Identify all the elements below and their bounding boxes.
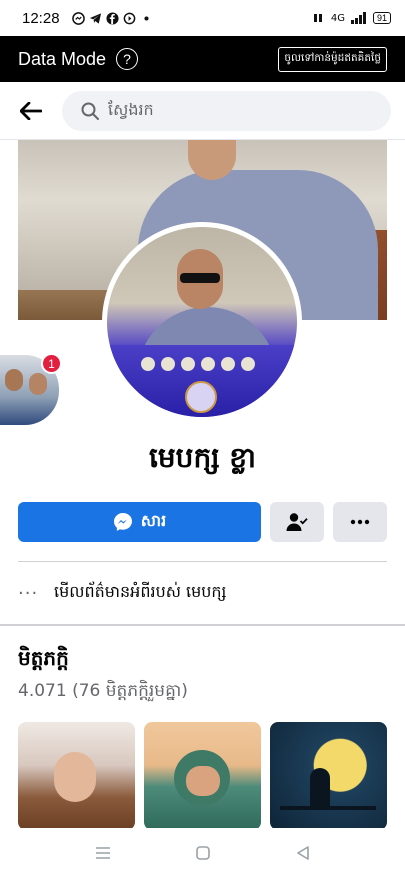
friend-photo-bench bbox=[280, 806, 376, 810]
system-back-button[interactable] bbox=[293, 843, 313, 863]
switch-to-free-mode-button[interactable]: ចូលទៅកាន់ម៉ូដឥតគិតថ្លៃ bbox=[278, 46, 387, 72]
volte-icon bbox=[313, 14, 322, 22]
back-triangle-icon bbox=[296, 846, 309, 860]
help-icon[interactable]: ? bbox=[116, 48, 139, 70]
friend-tile[interactable] bbox=[144, 722, 261, 830]
battery-indicator: 91 bbox=[372, 12, 391, 24]
menu-icon bbox=[95, 847, 110, 859]
logo-dot-3 bbox=[181, 357, 195, 371]
home-button[interactable] bbox=[193, 843, 213, 863]
friend-tile[interactable] bbox=[270, 722, 387, 830]
logo-dot-1 bbox=[141, 357, 155, 371]
more-options-button[interactable] bbox=[333, 502, 387, 542]
logo-dot-5 bbox=[221, 357, 235, 371]
more-icon bbox=[350, 519, 370, 525]
logo-dot-2 bbox=[161, 357, 175, 371]
section-separator bbox=[0, 624, 405, 626]
search-icon bbox=[81, 102, 99, 120]
status-left: 12:28 bbox=[22, 10, 153, 27]
see-about-info-label: មើលព័ត៌មានអំពីរបស់ មេបក្ស bbox=[54, 582, 227, 601]
more-notifications-dot-icon bbox=[144, 15, 149, 21]
profile-name: មេបក្ស ខ្លា bbox=[149, 441, 256, 474]
friend-photo bbox=[310, 768, 330, 808]
clock: 12:28 bbox=[22, 9, 60, 27]
friend-photo bbox=[54, 752, 96, 802]
person-check-icon bbox=[286, 513, 308, 531]
notification-icons bbox=[71, 11, 153, 25]
sync-notification-icon bbox=[123, 12, 135, 24]
friend-status-button[interactable] bbox=[270, 502, 324, 542]
profile-picture-logos bbox=[141, 357, 255, 371]
home-square-icon bbox=[195, 846, 210, 860]
story-face-2 bbox=[29, 373, 47, 395]
profile-picture-image bbox=[107, 227, 297, 417]
friends-section-title[interactable]: មិត្តភក្តិ bbox=[18, 645, 69, 675]
message-button[interactable]: សារ bbox=[18, 502, 261, 542]
friends-count: 4.071 (76 មិត្តភក្តិរួមគ្នា) bbox=[18, 681, 188, 701]
data-mode-bar: Data Mode ? ចូលទៅកាន់ម៉ូដឥតគិតថ្លៃ bbox=[0, 36, 405, 82]
arrow-left-icon bbox=[20, 101, 42, 120]
telegram-notification-icon bbox=[89, 12, 101, 24]
status-bar: 12:28 4G 91 bbox=[0, 0, 405, 36]
story-face-1 bbox=[5, 369, 23, 391]
friend-tile[interactable] bbox=[18, 722, 135, 830]
see-about-info-link[interactable]: ··· មើលព័ត៌មានអំពីរបស់ មេបក្ស bbox=[18, 578, 387, 608]
ellipsis-icon: ··· bbox=[18, 582, 39, 604]
logo-dot-6 bbox=[241, 357, 255, 371]
data-mode-title: Data Mode bbox=[18, 48, 107, 69]
search-placeholder: ស្វែងរក bbox=[108, 99, 154, 119]
profile-actions: សារ bbox=[18, 502, 387, 542]
search-input[interactable]: ស្វែងរក bbox=[62, 90, 391, 131]
profile-picture[interactable] bbox=[102, 222, 302, 422]
facebook-notification-icon bbox=[106, 11, 119, 25]
system-navigation-bar bbox=[0, 828, 405, 878]
message-button-label: សារ bbox=[140, 511, 167, 530]
divider bbox=[18, 561, 387, 562]
back-button[interactable] bbox=[14, 94, 48, 128]
story-notification-badge: 1 bbox=[41, 353, 62, 374]
friends-grid bbox=[18, 722, 387, 830]
profile-picture-emblem bbox=[185, 381, 217, 413]
profile-picture-glasses bbox=[180, 273, 220, 283]
messenger-icon bbox=[113, 513, 132, 531]
friend-photo bbox=[186, 766, 220, 796]
signal-icon bbox=[350, 12, 366, 24]
search-header: ស្វែងរក bbox=[0, 82, 405, 140]
status-right: 4G 91 bbox=[313, 12, 391, 24]
network-type: 4G bbox=[330, 12, 345, 24]
logo-dot-4 bbox=[201, 357, 215, 371]
recent-apps-button[interactable] bbox=[93, 843, 113, 863]
messenger-notification-icon bbox=[71, 11, 85, 25]
